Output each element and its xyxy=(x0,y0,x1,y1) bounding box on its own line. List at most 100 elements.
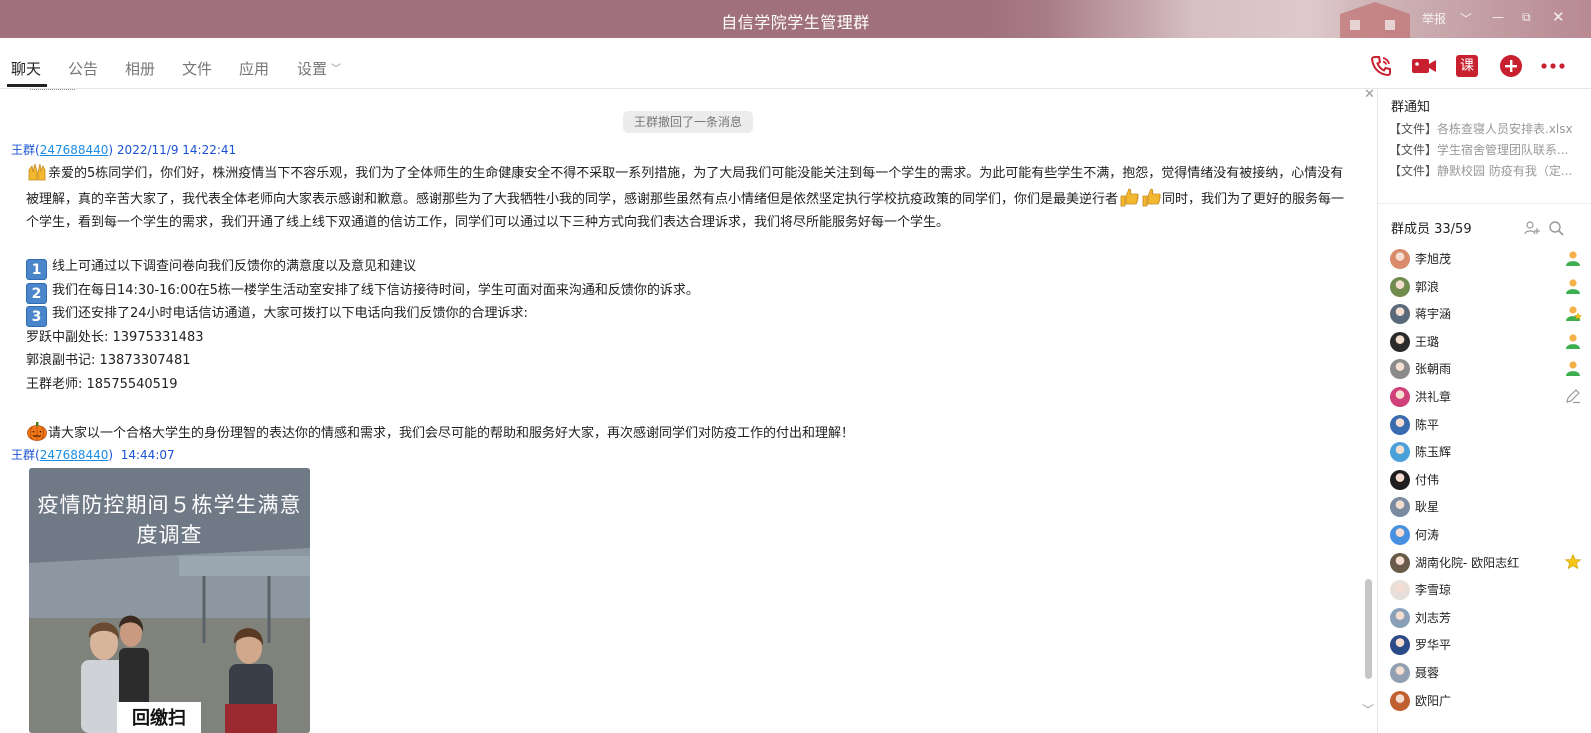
poster-bottom-text: 回缴扫 xyxy=(132,708,186,729)
member-item[interactable]: 何涛 xyxy=(1390,524,1582,546)
member-item[interactable]: 湖南化院- 欧阳志红 xyxy=(1390,552,1582,574)
admin-icon xyxy=(1566,361,1580,377)
member-item[interactable]: 李雪琼 xyxy=(1390,579,1582,601)
member-item[interactable]: 张朝雨 xyxy=(1390,358,1582,380)
notice-tag: 【文件】 xyxy=(1389,143,1438,157)
tab-bar: 聊天 公告 相册 文件 应用 设置 ﹀ 课 xyxy=(0,38,1591,89)
tab-settings-label: 设置 xyxy=(297,60,328,78)
avatar xyxy=(1390,525,1410,545)
tab-apps[interactable]: 应用 xyxy=(239,58,269,79)
message-sender: 王群(247688440) 14:44:07 xyxy=(11,446,175,463)
avatar xyxy=(1390,442,1410,463)
dropdown-icon[interactable]: ﹀ xyxy=(1460,10,1472,27)
member-name: 罗华平 xyxy=(1415,638,1452,653)
chat-scrollbar[interactable] xyxy=(1365,579,1372,679)
tab-files[interactable]: 文件 xyxy=(182,58,212,79)
class-button[interactable]: 课 xyxy=(1456,55,1478,77)
avatar xyxy=(1390,580,1410,601)
member-name: 李雪琼 xyxy=(1415,583,1452,598)
sender-id-link[interactable]: 247688440 xyxy=(40,143,109,157)
avatar xyxy=(1390,414,1410,435)
avatar xyxy=(1390,635,1410,656)
message-body: 亲爱的5栋同学们，你们好，株洲疫情当下不容乐观，我们为了全体师生的生命健康安全不… xyxy=(26,160,1356,235)
member-item[interactable]: 陈玉辉 xyxy=(1390,441,1582,463)
avatar xyxy=(1390,304,1410,325)
tab-settings[interactable]: 设置 ﹀ xyxy=(297,58,341,79)
more-icon[interactable] xyxy=(1540,53,1566,79)
report-button[interactable]: 举报 xyxy=(1422,10,1446,27)
divider xyxy=(1378,203,1591,204)
member-name: 蒋宇涵 xyxy=(1415,307,1452,322)
notice-text: 学生宿舍管理团队联系... xyxy=(1437,143,1569,157)
member-name: 王璐 xyxy=(1415,334,1440,349)
member-item[interactable]: 洪礼章 xyxy=(1390,386,1582,408)
pumpkin-icon xyxy=(27,422,47,441)
list-item: 1 线上可通过以下调查问卷向我们反馈你的满意度以及意见和建议 xyxy=(26,255,416,280)
thumbs-up-icon xyxy=(1120,188,1139,206)
notice-item[interactable]: 【文件】学生宿舍管理团队联系... xyxy=(1389,141,1585,158)
keycap-2-icon: 2 xyxy=(26,283,47,304)
thumbs-up-icon xyxy=(1142,188,1161,206)
member-item[interactable]: 聂蓉 xyxy=(1390,662,1582,684)
add-app-icon[interactable] xyxy=(1498,53,1524,79)
group-notice-title: 群通知 xyxy=(1391,100,1431,115)
avatar xyxy=(1390,690,1410,711)
member-name: 郭浪 xyxy=(1415,279,1440,294)
avatar xyxy=(1390,387,1410,407)
chat-area[interactable]: 王群撤回了一条消息 ✕ 王群(247688440) 2022/11/9 14:2… xyxy=(0,89,1377,733)
chevron-down-icon: ﹀ xyxy=(331,64,342,75)
title-bar: 自信学院学生管理群 举报 ﹀ — ⧉ ✕ xyxy=(0,0,1591,38)
member-item[interactable]: 耿星 xyxy=(1390,496,1582,518)
close-icon[interactable]: ✕ xyxy=(1364,89,1375,102)
side-panel: 群通知 【文件】各栋查寝人员安排表.xlsx 【文件】学生宿舍管理团队联系...… xyxy=(1377,89,1591,733)
chevron-down-icon[interactable]: ﹀ xyxy=(1362,701,1374,718)
add-member-icon[interactable] xyxy=(1524,220,1540,236)
member-name: 李旭茂 xyxy=(1415,252,1452,266)
edit-icon xyxy=(1566,389,1580,404)
keycap-3-icon: 3 xyxy=(26,306,47,327)
notice-item[interactable]: 【文件】静默校园 防疫有我（定... xyxy=(1389,162,1585,179)
avatar xyxy=(1390,497,1410,518)
member-item[interactable]: 陈平 xyxy=(1390,414,1582,436)
sender-id-link[interactable]: 247688440 xyxy=(40,448,109,462)
tab-announcement[interactable]: 公告 xyxy=(68,58,98,79)
contact-line: 罗跃中副处长: 13975331483 xyxy=(26,330,204,345)
restore-button[interactable]: ⧉ xyxy=(1522,10,1531,25)
list-item-text: 我们还安排了24小时电话信访通道，大家可拨打以下电话向我们反馈你的合理诉求: xyxy=(52,306,528,321)
member-name: 陈玉辉 xyxy=(1415,445,1452,460)
minimize-button[interactable]: — xyxy=(1492,10,1504,24)
member-item[interactable]: 李旭茂 xyxy=(1390,248,1582,270)
sender-name: 王群( xyxy=(11,448,40,462)
member-item[interactable]: 欧阳广 xyxy=(1390,690,1582,712)
tab-chat[interactable]: 聊天 xyxy=(11,58,41,79)
member-name: 欧阳广 xyxy=(1415,693,1452,708)
sender-tail: ) xyxy=(108,143,114,157)
phone-icon[interactable] xyxy=(1368,53,1394,79)
member-item[interactable]: 王璐 xyxy=(1390,331,1582,353)
poster-title: 疫情防控期间５栋学生满意度调查 xyxy=(37,493,302,547)
contact-line: 郭浪副书记: 13873307481 xyxy=(26,353,191,368)
avatar xyxy=(1390,359,1410,380)
notice-text: 静默校园 防疫有我（定... xyxy=(1437,164,1573,178)
member-item[interactable]: 付伟 xyxy=(1390,469,1582,491)
notice-item[interactable]: 【文件】各栋查寝人员安排表.xlsx xyxy=(1389,120,1585,137)
member-item[interactable]: 罗华平 xyxy=(1390,634,1582,656)
survey-poster-image[interactable]: 疫情防控期间５栋学生满意度调查 回缴扫 xyxy=(29,468,310,733)
tab-album[interactable]: 相册 xyxy=(125,58,155,79)
list-item-text: 我们在每日14:30-16:00在5栋一楼学生活动室安排了线下信访接待时间，学生… xyxy=(52,283,699,298)
close-button[interactable]: ✕ xyxy=(1552,8,1565,26)
member-item[interactable]: 蒋宇涵 xyxy=(1390,303,1582,325)
member-item[interactable]: 刘志芳 xyxy=(1390,607,1582,629)
recall-notice: 王群撤回了一条消息 xyxy=(623,111,754,133)
member-name: 付伟 xyxy=(1415,472,1440,487)
admin-icon xyxy=(1566,306,1582,322)
member-item[interactable]: 郭浪 xyxy=(1390,276,1582,298)
member-name: 洪礼章 xyxy=(1415,390,1452,404)
message-time: 2022/11/9 14:22:41 xyxy=(116,143,237,157)
list-item: 2 我们在每日14:30-16:00在5栋一楼学生活动室安排了线下信访接待时间，学… xyxy=(26,279,699,304)
search-icon[interactable] xyxy=(1548,220,1564,236)
active-tab-indicator xyxy=(7,84,47,87)
member-name: 耿星 xyxy=(1415,500,1440,515)
video-icon[interactable] xyxy=(1410,53,1438,79)
notice-text: 各栋查寝人员安排表.xlsx xyxy=(1437,122,1573,136)
